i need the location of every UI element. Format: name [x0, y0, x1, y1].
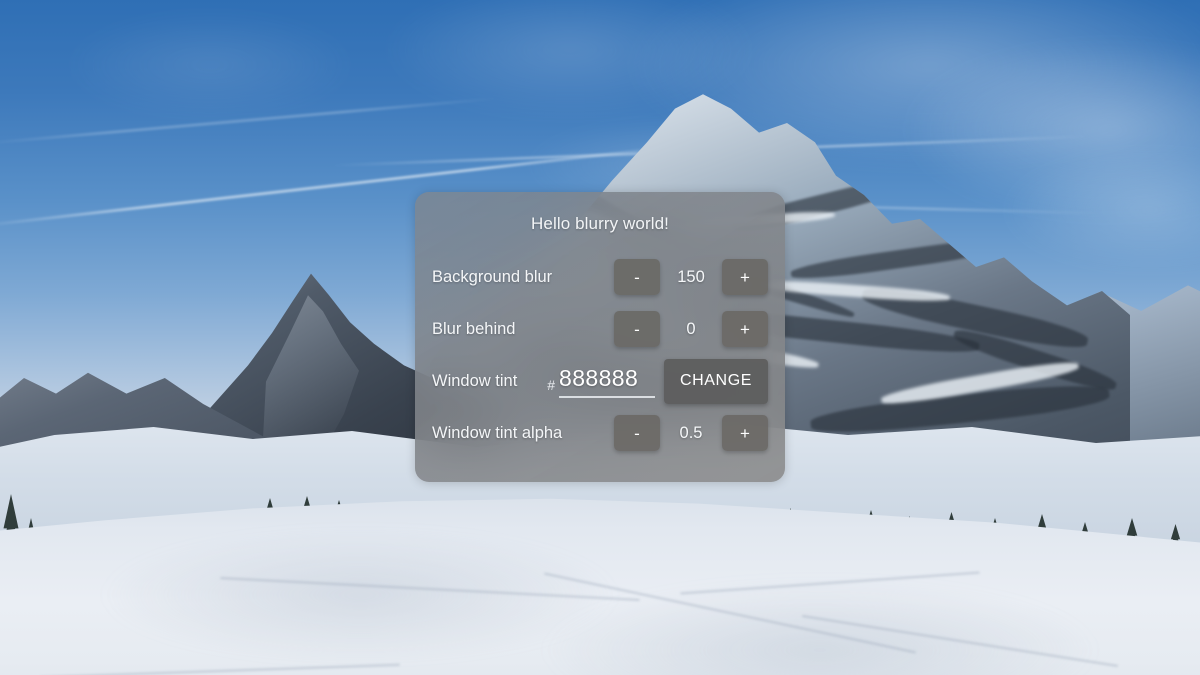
window-tint-alpha-value: 0.5 — [679, 423, 703, 442]
row-label-blur-behind: Blur behind — [432, 319, 516, 338]
blur-settings-dialog: Hello blurry world! Background blur - 15… — [415, 192, 785, 482]
background-blur-value: 150 — [677, 267, 705, 286]
stepper-window-tint-alpha: - 0.5 + — [614, 415, 768, 451]
hex-input-group: # — [547, 364, 655, 398]
stepper-background-blur: - 150 + — [614, 259, 768, 295]
dialog-title: Hello blurry world! — [531, 214, 669, 233]
background-blur-increment-button[interactable]: + — [722, 259, 768, 295]
row-window-tint: Window tint # CHANGE — [432, 358, 768, 404]
window-tint-change-button[interactable]: CHANGE — [664, 358, 768, 404]
blur-behind-value: 0 — [686, 319, 696, 338]
row-blur-behind: Blur behind - 0 + — [432, 306, 768, 352]
background-blur-decrement-button[interactable]: - — [614, 259, 660, 295]
hash-symbol-icon: # — [547, 376, 555, 393]
row-background-blur: Background blur - 150 + — [432, 254, 768, 300]
window-tint-controls: # CHANGE — [547, 358, 768, 404]
row-label-background-blur: Background blur — [432, 267, 553, 286]
ski-track — [40, 663, 400, 675]
window-tint-alpha-decrement-button[interactable]: - — [614, 415, 660, 451]
cloud — [60, 10, 360, 120]
blur-behind-decrement-button[interactable]: - — [614, 311, 660, 347]
blur-behind-increment-button[interactable]: + — [722, 311, 768, 347]
row-window-tint-alpha: Window tint alpha - 0.5 + — [432, 410, 768, 456]
stepper-blur-behind: - 0 + — [614, 311, 768, 347]
row-label-window-tint-alpha: Window tint alpha — [432, 423, 563, 442]
snow-shading — [540, 580, 1100, 675]
screen: Hello blurry world! Background blur - 15… — [0, 0, 1200, 675]
row-label-window-tint: Window tint — [432, 371, 518, 390]
window-tint-hex-input[interactable] — [559, 364, 655, 398]
window-tint-alpha-increment-button[interactable]: + — [722, 415, 768, 451]
